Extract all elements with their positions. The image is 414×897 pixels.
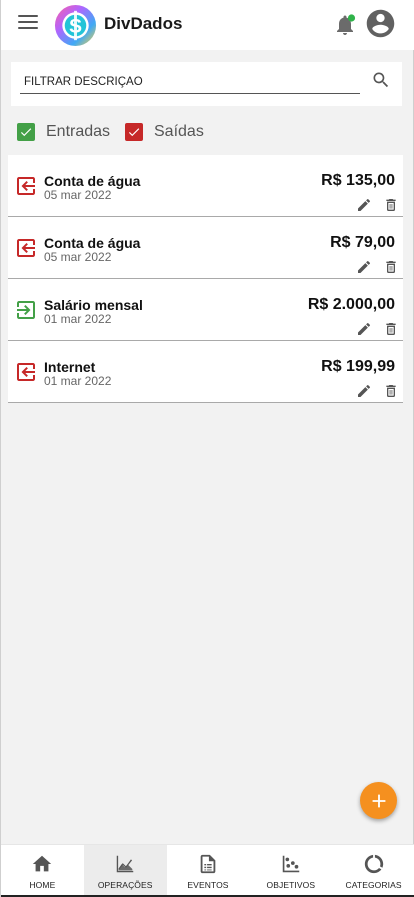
account-circle-icon[interactable] [364,7,397,40]
transaction-amount: R$ 79,00 [330,234,395,251]
nav-label: HOME [29,880,56,890]
filter-card [11,62,402,106]
edit-icon[interactable] [356,197,372,213]
transaction-date: 05 mar 2022 [44,188,112,202]
home-icon [33,855,52,872]
nav-label: OBJETIVOS [266,880,316,890]
app-logo: S [54,4,97,47]
transaction-description: Conta de água [44,173,141,189]
delete-icon[interactable] [383,197,399,213]
entradas-checkbox[interactable]: Entradas [17,123,110,141]
transactions-list: Conta de água 05 mar 2022 R$ 135,00 Cont… [8,155,403,403]
delete-icon[interactable] [383,383,399,399]
transaction-date: 01 mar 2022 [44,374,112,388]
edit-icon[interactable] [356,383,372,399]
transaction-amount: R$ 199,99 [321,358,395,375]
login-icon [17,301,35,319]
donut-chart-icon [364,854,383,874]
transaction-description: Salário mensal [44,297,143,313]
transaction-amount: R$ 2.000,00 [307,296,395,313]
chart-line-icon [116,855,134,873]
transaction-amount: R$ 135,00 [321,172,395,189]
nav-home[interactable]: HOME [1,845,84,896]
app-title: DivDados [104,14,183,33]
saidas-label: Saídas [154,123,204,140]
logout-icon [17,363,35,381]
transaction-row[interactable]: Internet 01 mar 2022 R$ 199,99 [8,341,403,403]
transaction-date: 05 mar 2022 [44,250,112,264]
transaction-row[interactable]: Salário mensal 01 mar 2022 R$ 2.000,00 [8,279,403,341]
plus-icon [372,794,385,807]
nav-eventos[interactable]: EVENTOS [167,845,250,896]
transaction-row[interactable]: Conta de água 05 mar 2022 R$ 79,00 [8,217,403,279]
top-app-bar: S DivDados [1,0,414,50]
delete-icon[interactable] [383,321,399,337]
nav-objetivos[interactable]: OBJETIVOS [249,845,332,896]
nav-label: OPERAÇÕES [97,880,153,890]
app-screen: S DivDados Entradas Saídas [0,0,414,897]
scatter-chart-icon [282,855,300,873]
saidas-checkbox[interactable]: Saídas [125,123,204,141]
transaction-row[interactable]: Conta de água 05 mar 2022 R$ 135,00 [8,155,403,217]
transaction-description: Conta de água [44,235,141,251]
logout-icon [17,239,35,257]
nav-label: CATEGORIAS [345,880,402,890]
nav-operacoes[interactable]: OPERAÇÕES [83,845,167,896]
hamburger-menu-icon[interactable] [18,15,40,33]
edit-icon[interactable] [356,321,372,337]
nav-label: EVENTOS [187,880,229,890]
delete-icon[interactable] [383,259,399,275]
entradas-label: Entradas [46,123,111,140]
add-transaction-button[interactable] [360,782,397,819]
document-icon [200,854,216,874]
bell-icon[interactable] [333,13,357,37]
transaction-description: Internet [44,359,96,375]
nav-categorias[interactable]: CATEGORIAS [332,845,414,896]
edit-icon[interactable] [356,259,372,275]
logout-icon [17,177,35,195]
checkbox-checked-icon [17,123,35,141]
filter-description-input[interactable] [20,70,360,94]
bottom-navigation: HOME OPERAÇÕES EVENTOS OBJETIVOS CATEGOR… [1,844,414,896]
search-icon[interactable] [371,70,391,90]
transaction-date: 01 mar 2022 [44,312,112,326]
checkbox-checked-icon [125,123,143,141]
